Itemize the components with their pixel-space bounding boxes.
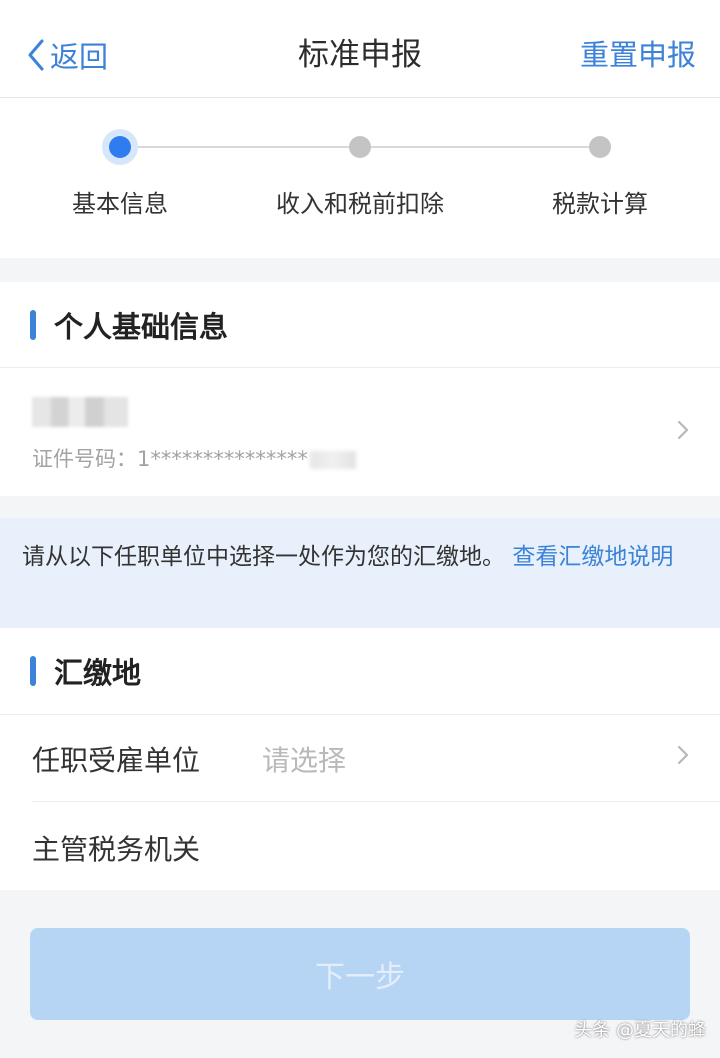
step-dot (589, 136, 611, 158)
notice-text: 请从以下任职单位中选择一处作为您的汇缴地。 (22, 544, 505, 570)
id-number-value: 1*************** (137, 447, 308, 471)
personal-info-header: 个人基础信息 (0, 282, 720, 368)
next-step-button[interactable]: 下一步 (30, 928, 690, 1020)
view-payment-location-help-link[interactable]: 查看汇缴地说明 (512, 544, 673, 570)
section-accent-bar (30, 656, 36, 686)
step-connector (371, 146, 589, 148)
section-accent-bar (30, 310, 36, 340)
payment-location-notice: 请从以下任职单位中选择一处作为您的汇缴地。 查看汇缴地说明 (0, 518, 720, 628)
back-button[interactable]: 返回 (26, 30, 108, 80)
divider (32, 801, 720, 802)
chevron-right-icon[interactable] (676, 744, 690, 766)
taxpayer-row[interactable] (0, 368, 720, 496)
step-dot (349, 136, 371, 158)
id-number-label: 证件号码： (32, 447, 137, 471)
employer-label: 任职受雇单位 (32, 744, 201, 777)
section-title: 汇缴地 (54, 656, 142, 690)
tax-authority-label: 主管税务机关 (32, 833, 201, 866)
notice-text-block: 请从以下任职单位中选择一处作为您的汇缴地。 查看汇缴地说明 (22, 540, 702, 575)
step-label-basic-info: 基本信息 (72, 190, 168, 218)
step-connector (131, 146, 349, 148)
chevron-left-icon (28, 39, 44, 71)
step-dot-active (109, 136, 131, 158)
payment-location-header: 汇缴地 (0, 628, 720, 714)
chevron-right-icon[interactable] (676, 419, 690, 441)
navigation-bar: 返回 标准申报 重置申报 (0, 0, 720, 98)
reset-declaration-button[interactable]: 重置申报 (580, 30, 696, 80)
step-label-tax-calculation: 税款计算 (552, 190, 648, 218)
step-progress: 基本信息 收入和税前扣除 税款计算 (0, 98, 720, 258)
taxpayer-name-redacted (32, 397, 128, 427)
watermark: 头条 @夏天的蜂 (574, 1020, 706, 1041)
step-label-income-deductions: 收入和税前扣除 (276, 190, 444, 218)
employer-select[interactable]: 请选择 (262, 739, 346, 779)
section-title: 个人基础信息 (54, 310, 229, 344)
id-number: 证件号码：1*************** (32, 443, 356, 473)
back-label: 返回 (50, 40, 109, 74)
id-number-redacted (309, 451, 356, 469)
